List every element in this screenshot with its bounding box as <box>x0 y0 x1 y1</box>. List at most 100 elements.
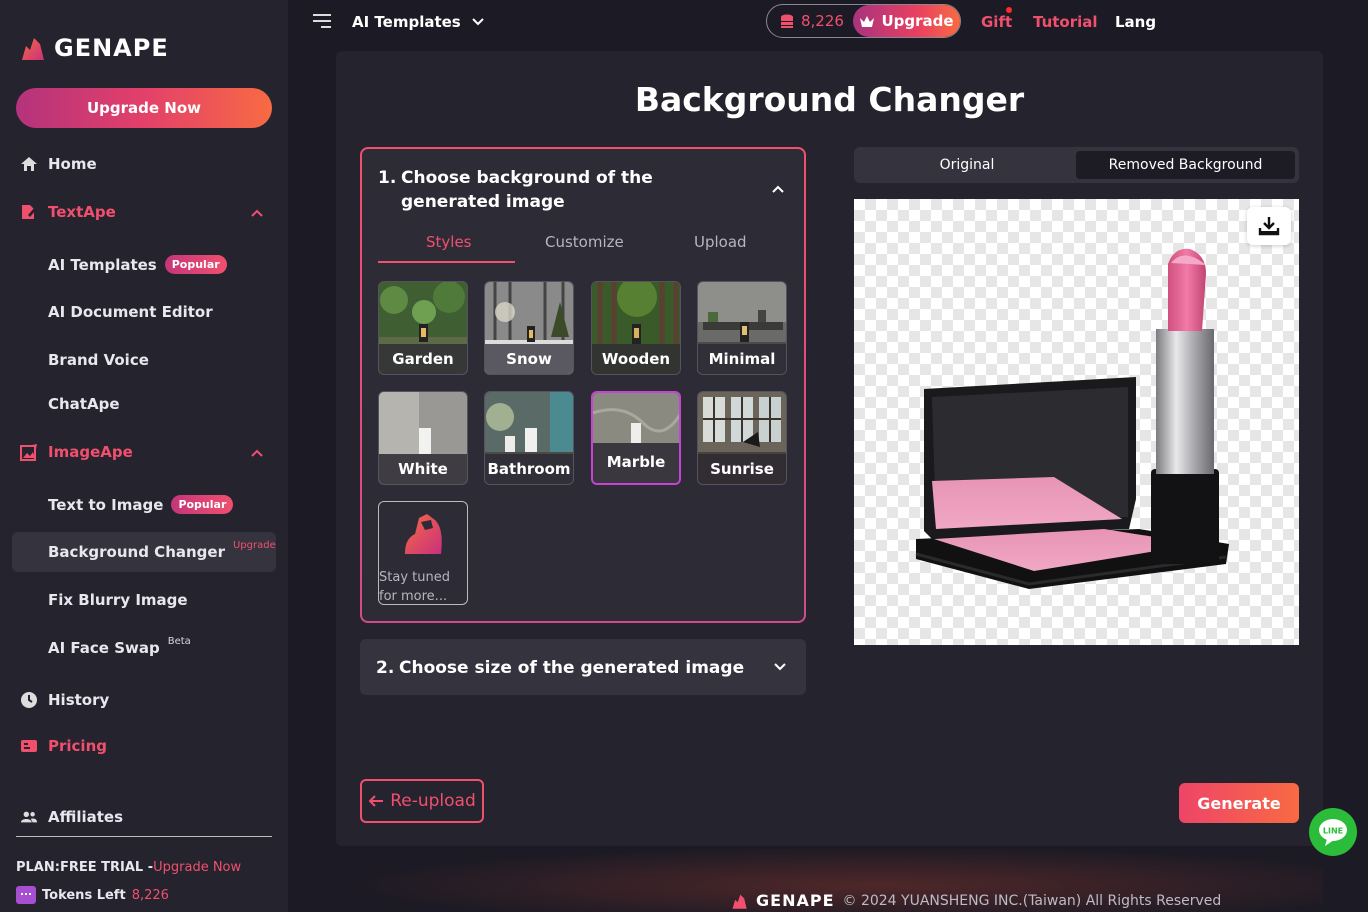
footer: GENAPE © 2024 YUANSHENG INC.(Taiwan) All… <box>730 891 1221 910</box>
plan-status: PLAN:FREE TRIAL -Upgrade Now <box>16 860 241 875</box>
nav-pricing-label: Pricing <box>48 737 107 755</box>
sidebar-item-fix-blurry-image[interactable]: Fix Blurry Image <box>48 591 188 609</box>
upgrade-tag: Upgrade <box>232 539 276 551</box>
chevron-up-icon[interactable] <box>250 206 264 220</box>
sidebar-item-background-changer[interactable]: Background Changer Upgrade <box>48 539 276 562</box>
clock-icon <box>20 691 38 709</box>
step1-number: 1. <box>378 168 397 188</box>
line-chat-icon: LINE <box>1319 819 1347 846</box>
tokens-label: Tokens Left <box>42 887 126 903</box>
generate-button[interactable]: Generate <box>1179 783 1299 823</box>
style-tile-garden[interactable]: Garden <box>378 281 468 375</box>
chevron-up-icon[interactable] <box>250 446 264 460</box>
lang-selector[interactable]: Lang <box>1115 13 1156 31</box>
plan-label: PLAN:FREE TRIAL - <box>16 860 154 875</box>
product-image <box>915 248 1229 589</box>
popular-badge: Popular <box>171 495 234 514</box>
sidebar-item-ai-document-editor[interactable]: AI Document Editor <box>48 303 213 321</box>
tab-customize[interactable]: Customize <box>545 233 624 251</box>
nav-affiliates[interactable]: Affiliates <box>20 808 123 826</box>
style-tile-label: Garden <box>379 344 467 374</box>
step2-panel[interactable]: 2. Choose size of the generated image <box>360 639 806 695</box>
upgrade-now-button[interactable]: Upgrade Now <box>16 88 272 128</box>
chevron-up-icon[interactable] <box>771 184 785 194</box>
logo[interactable]: GENAPE <box>18 34 169 62</box>
sidebar-divider <box>16 836 272 837</box>
nav-imageape-label: ImageApe <box>48 443 133 461</box>
step1-panel: 1. Choose background of the generated im… <box>360 147 806 623</box>
arrow-left-icon <box>368 795 384 807</box>
tokens-value: 8,226 <box>131 887 169 903</box>
people-icon <box>20 808 38 826</box>
plan-upgrade-link[interactable]: Upgrade Now <box>153 860 241 875</box>
beta-tag: Beta <box>167 635 191 647</box>
page-title: Background Changer <box>634 80 1025 119</box>
stay-tuned-text: Stay tuned for more... <box>379 570 450 604</box>
sidebar-item-label: Background Changer <box>48 543 225 561</box>
reupload-label: Re-upload <box>390 791 476 811</box>
step2-number: 2. <box>376 658 395 678</box>
chevron-down-icon <box>472 18 484 26</box>
sidebar-item-label: Brand Voice <box>48 351 149 369</box>
style-tile-label: Bathroom <box>485 454 573 484</box>
nav-history[interactable]: History <box>20 691 109 709</box>
tab-styles[interactable]: Styles <box>426 233 472 251</box>
style-tile-label: White <box>379 454 467 484</box>
style-tile-snow[interactable]: Snow <box>484 281 574 375</box>
style-tile-marble[interactable]: Marble <box>591 391 681 485</box>
templates-dropdown-label: AI Templates <box>352 13 461 31</box>
stay-tuned-tile: Stay tuned for more... <box>378 501 468 605</box>
home-icon <box>20 155 38 173</box>
nav-home[interactable]: Home <box>20 155 97 173</box>
tokens-left: Tokens Left 8,226 <box>16 886 169 904</box>
gorilla-logo-icon <box>22 38 44 60</box>
toggle-original[interactable]: Original <box>858 151 1076 179</box>
download-icon <box>1258 217 1280 236</box>
sidebar-item-ai-templates[interactable]: AI Templates Popular <box>48 255 227 274</box>
line-chat-button[interactable]: LINE <box>1309 808 1357 856</box>
style-tile-label: Marble <box>593 443 679 483</box>
svg-text:LINE: LINE <box>1323 827 1343 836</box>
sidebar-item-text-to-image[interactable]: Text to Image Popular <box>48 495 234 514</box>
style-tile-label: Wooden <box>592 344 680 374</box>
price-tag-icon <box>20 737 38 755</box>
active-tab-indicator <box>378 261 515 263</box>
chevron-down-icon[interactable] <box>773 662 787 672</box>
sidebar-item-brand-voice[interactable]: Brand Voice <box>48 351 149 369</box>
tutorial-link[interactable]: Tutorial <box>1033 13 1098 31</box>
style-tile-white[interactable]: White <box>378 391 468 485</box>
style-tile-sunrise[interactable]: Sunrise <box>697 391 787 485</box>
sidebar: GENAPE Upgrade Now Home TextApe AI Templ… <box>0 0 288 912</box>
step1-title: Choose background of the generated image <box>401 168 653 212</box>
sidebar-item-label: ChatApe <box>48 395 120 413</box>
credits-value: 8,226 <box>801 12 844 30</box>
toggle-removed-background[interactable]: Removed Background <box>1076 151 1295 179</box>
nav-textape-label: TextApe <box>48 203 116 221</box>
tab-upload[interactable]: Upload <box>694 233 747 251</box>
credits-widget: 8,226 Upgrade <box>766 4 961 38</box>
pen-icon <box>20 203 38 221</box>
style-tile-label: Minimal <box>698 344 786 374</box>
crown-icon <box>860 15 875 27</box>
sidebar-item-ai-face-swap[interactable]: AI Face Swap Beta <box>48 635 191 658</box>
credits-count: 8,226 <box>767 12 853 30</box>
style-tile-wooden[interactable]: Wooden <box>591 281 681 375</box>
nav-home-label: Home <box>48 155 97 173</box>
menu-icon[interactable] <box>313 14 331 32</box>
notification-dot <box>1006 7 1012 13</box>
reupload-button[interactable]: Re-upload <box>360 779 484 823</box>
nav-textape[interactable]: TextApe <box>20 203 116 221</box>
style-tile-minimal[interactable]: Minimal <box>697 281 787 375</box>
sidebar-item-chatape[interactable]: ChatApe <box>48 395 120 413</box>
footer-copyright: © 2024 YUANSHENG INC.(Taiwan) All Rights… <box>842 892 1222 909</box>
nav-history-label: History <box>48 691 110 709</box>
style-tile-bathroom[interactable]: Bathroom <box>484 391 574 485</box>
nav-imageape[interactable]: ImageApe <box>20 443 133 461</box>
templates-dropdown[interactable]: AI Templates <box>352 13 485 31</box>
gorilla-logo-icon <box>405 514 442 554</box>
logo-text: GENAPE <box>54 34 169 62</box>
nav-pricing[interactable]: Pricing <box>20 737 107 755</box>
upgrade-button[interactable]: Upgrade <box>853 5 960 37</box>
download-button[interactable] <box>1247 207 1291 245</box>
gift-link[interactable]: Gift <box>981 13 1012 31</box>
